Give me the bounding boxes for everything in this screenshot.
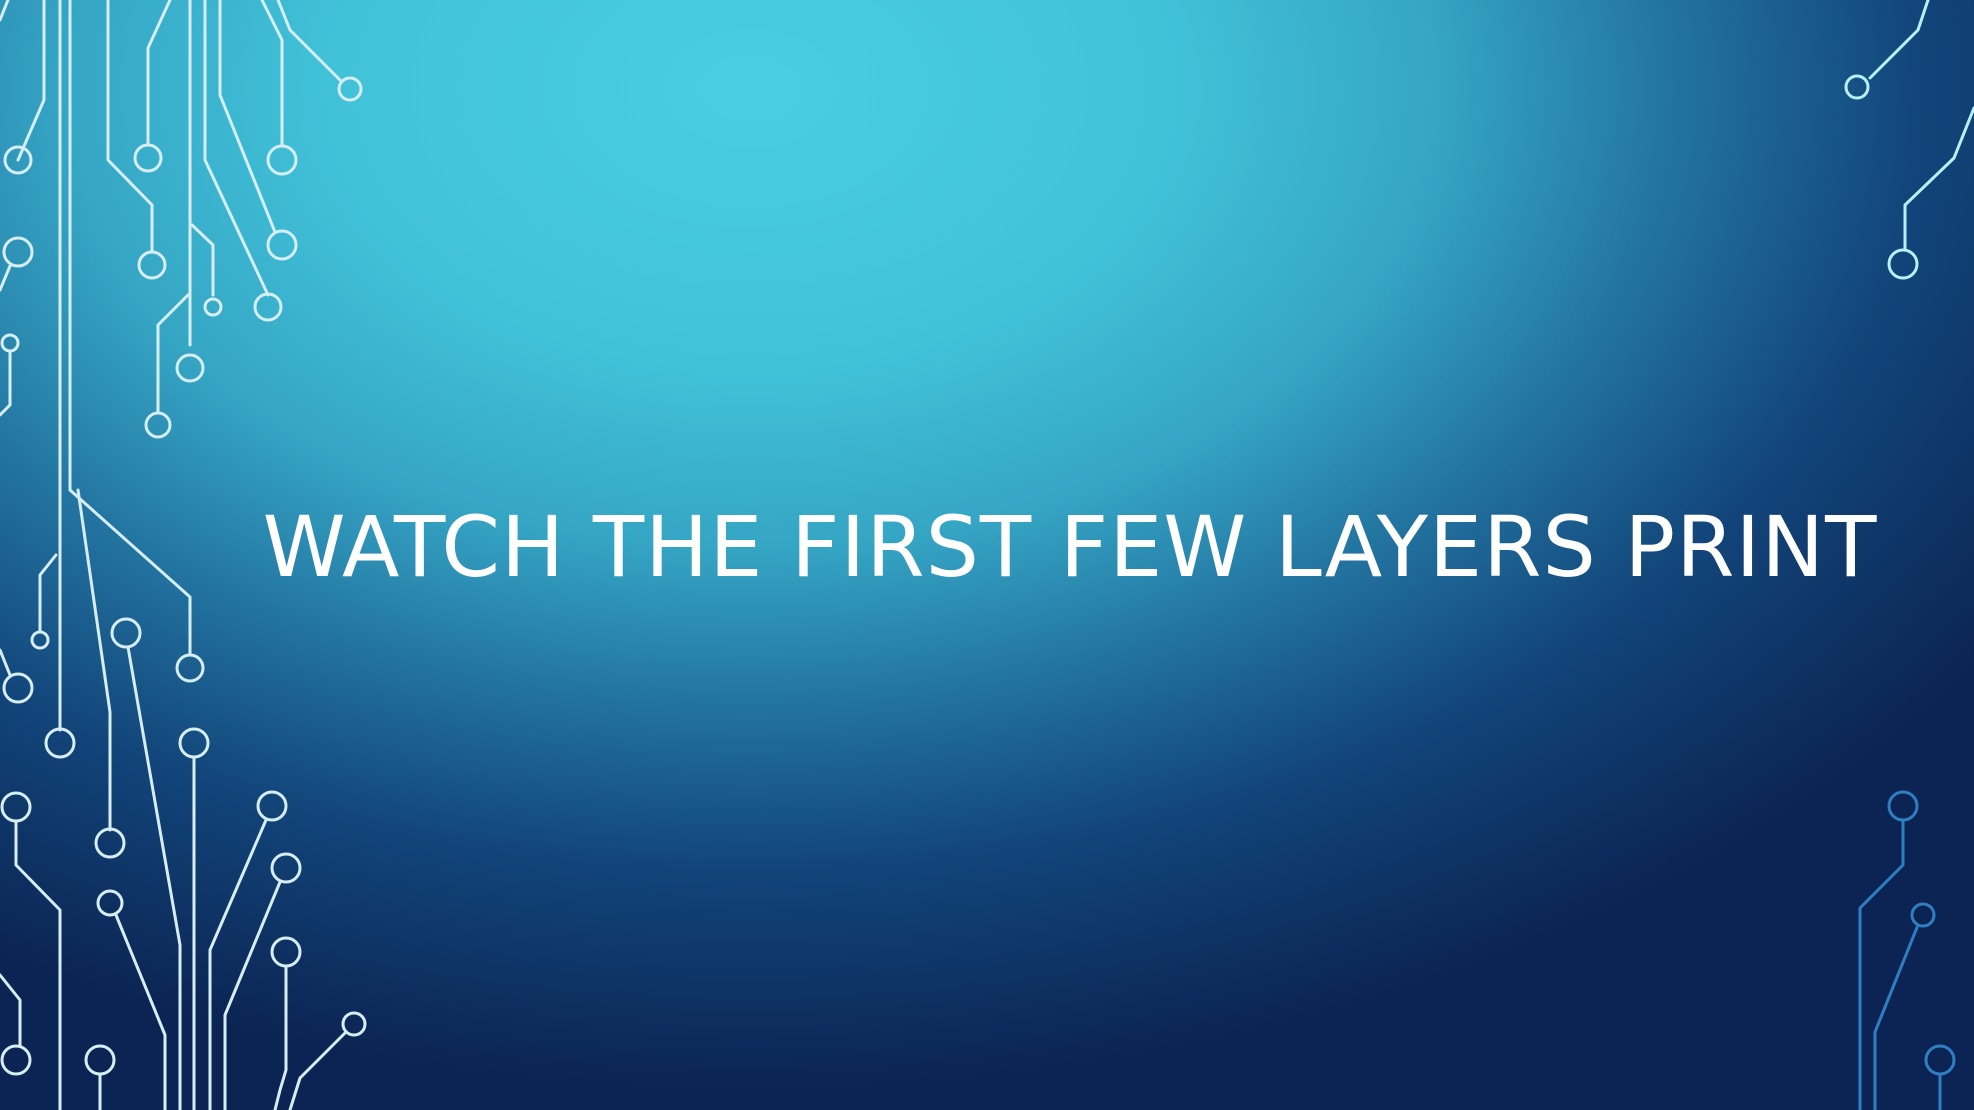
slide: WATCH THE FIRST FEW LAYERS PRINT — [0, 0, 1974, 1110]
slide-title: WATCH THE FIRST FEW LAYERS PRINT — [262, 498, 1878, 596]
